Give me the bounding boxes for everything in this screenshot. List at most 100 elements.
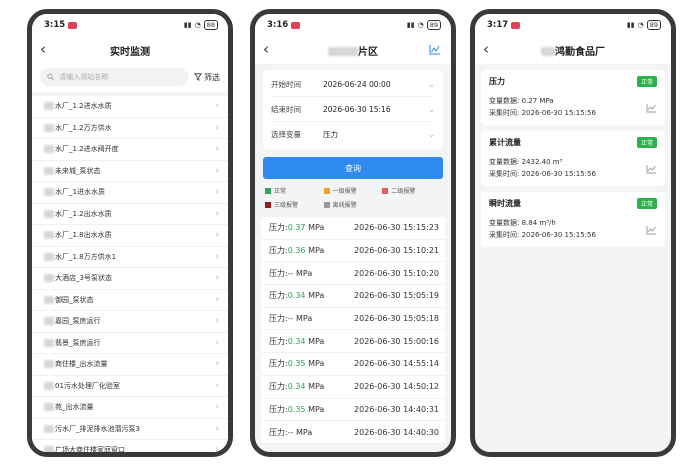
list-item[interactable]: 嘉园_泵房运行 › bbox=[32, 311, 228, 333]
chevron-right-icon: › bbox=[215, 122, 219, 133]
list-item[interactable]: 广场大商住楼家庭窗口 › bbox=[32, 440, 228, 456]
chevron-right-icon: › bbox=[215, 144, 219, 155]
list-item[interactable]: 御园_泵状态 › bbox=[32, 290, 228, 311]
redacted-prefix bbox=[44, 338, 54, 347]
list-item[interactable]: 水厂_1.2万方供水 › bbox=[32, 118, 228, 139]
search-input[interactable] bbox=[59, 73, 181, 81]
list-item-label: 苑_出水流量 bbox=[55, 403, 94, 412]
legend-swatch bbox=[265, 187, 271, 194]
status-bar: 3:15 ▮▮ ◔ 88 bbox=[32, 14, 228, 36]
record-time: 2026-06-30 15:10:20 bbox=[354, 268, 439, 278]
variable-card[interactable]: 瞬时流量 正常 变量数据: 8.84 m³/h 采集时间: 2026-06-30 15… bbox=[481, 192, 665, 247]
filter-row[interactable]: 开始时间 2026-06-24 00:00 ⌄ bbox=[271, 72, 435, 97]
record-value: 0.34 bbox=[287, 291, 306, 301]
record-label: 压力: bbox=[269, 359, 288, 369]
trend-chart-icon[interactable] bbox=[646, 225, 657, 235]
record-time: 2026-06-30 14:55:14 bbox=[354, 359, 439, 369]
chevron-right-icon: › bbox=[215, 294, 219, 305]
search-box[interactable] bbox=[40, 68, 188, 86]
list-item-label-wrap: 水厂_1.8万方供水1 bbox=[44, 252, 116, 262]
back-arrow-icon[interactable]: ‹ bbox=[483, 40, 489, 58]
back-arrow-icon[interactable]: ‹ bbox=[40, 40, 46, 58]
variable-card[interactable]: 累计流量 正常变量数据: 2432.40 m³ 采集时间: 2026-06-30 1… bbox=[481, 131, 665, 186]
data-label: 变量数据: bbox=[489, 158, 520, 166]
card-header: 累计流量 正常 bbox=[489, 137, 657, 148]
chart-icon[interactable] bbox=[429, 44, 441, 55]
search-icon bbox=[47, 73, 54, 81]
list-item-label: 水厂_1进水水质 bbox=[55, 188, 105, 197]
clock: 3:17 bbox=[487, 20, 509, 30]
record-label: 压力: bbox=[269, 404, 288, 414]
list-item-label-wrap: 御园_泵状态 bbox=[44, 295, 94, 305]
chevron-right-icon: › bbox=[215, 208, 219, 219]
list-item-label: 广场大商住楼家庭窗口 bbox=[55, 446, 125, 455]
time-value: 2026-06-30 15:15:56 bbox=[521, 231, 596, 239]
chevron-right-icon: › bbox=[215, 445, 219, 456]
card-body: 变量数据: 0.27 MPa 采集时间: 2026-06-30 15:15:56 bbox=[489, 95, 657, 119]
chevron-right-icon: › bbox=[215, 402, 219, 413]
data-value: 8.84 m³/h bbox=[521, 219, 556, 227]
legend-item: 离线报警 bbox=[323, 200, 383, 209]
record-reading: 压力:0.34 MPa bbox=[269, 336, 324, 347]
list-item-label: 嘉园_泵房运行 bbox=[55, 317, 101, 326]
list-item-label: 御园_泵状态 bbox=[55, 295, 94, 304]
variable-card[interactable]: 压力 正常 变量数据: 0.27 MPa 采集时间: 2026-06-30 15:15… bbox=[481, 70, 665, 125]
legend-label: 二级报警 bbox=[391, 188, 416, 195]
back-arrow-icon[interactable]: ‹ bbox=[263, 40, 269, 58]
redacted-prefix bbox=[44, 102, 54, 111]
time-label: 采集时间: bbox=[489, 170, 520, 178]
record-time: 2026-06-30 15:05:18 bbox=[354, 314, 439, 324]
trend-chart-icon[interactable] bbox=[646, 164, 657, 174]
redacted-name bbox=[328, 47, 358, 56]
list-item[interactable]: 未来城_泵状态 › bbox=[32, 161, 228, 182]
list-item[interactable]: 水厂_1进水水质 › bbox=[32, 182, 228, 204]
record-reading: 压力:0.37 MPa bbox=[269, 222, 324, 233]
phone-history-query: 3:16 ▮▮ ◔ 89 ‹ 片区 开始时间 2026-06-24 00:00 ⌄ 结… bbox=[250, 9, 456, 457]
list-item-label-wrap: 水厂_1.2进水阀开度 bbox=[44, 144, 119, 154]
list-item[interactable]: 水厂_1.2进水水质 › bbox=[32, 96, 228, 118]
clock: 3:15 bbox=[44, 20, 66, 30]
list-item[interactable]: 污水厂_排泥排水池潜污泵3 › bbox=[32, 419, 228, 440]
chevron-right-icon: › bbox=[215, 359, 219, 370]
list-item[interactable]: 大酒店_3号泵状态 › bbox=[32, 268, 228, 290]
list-item-label-wrap: 嘉园_泵房运行 bbox=[44, 316, 101, 326]
trend-chart-icon[interactable] bbox=[646, 103, 657, 113]
list-item[interactable]: 商住楼_出水流量 › bbox=[32, 354, 228, 376]
record-value: 0.35 bbox=[287, 404, 306, 414]
redacted-prefix bbox=[44, 123, 54, 132]
list-item[interactable]: 水厂_1.8万方供水1 › bbox=[32, 247, 228, 268]
filter-key: 选择变量 bbox=[271, 130, 301, 139]
variable-name: 瞬时流量 bbox=[489, 199, 521, 208]
list-item-label-wrap: 水厂_1进水水质 bbox=[44, 187, 105, 197]
list-item[interactable]: 水厂_1.2出水水质 › bbox=[32, 204, 228, 225]
legend-swatch bbox=[265, 201, 271, 208]
chevron-right-icon: › bbox=[215, 230, 219, 241]
filter-row[interactable]: 选择变量 压力 ⌄ bbox=[271, 122, 435, 147]
filter-button[interactable]: 筛选 bbox=[194, 72, 220, 83]
redacted-prefix bbox=[44, 381, 54, 390]
nav-bar: ‹ 片区 bbox=[255, 36, 451, 64]
status-badge: 正常 bbox=[636, 76, 657, 87]
list-item[interactable]: 01污水处理厂化验室 › bbox=[32, 376, 228, 397]
time-value: 2026-06-30 15:15:56 bbox=[521, 170, 596, 178]
list-item-label-wrap: 01污水处理厂化验室 bbox=[44, 381, 120, 391]
card-text: 变量数据: 2432.40 m³ 采集时间: 2026-06-30 15:15:5… bbox=[489, 156, 596, 180]
record-time: 2026-06-30 14:40:30 bbox=[354, 427, 439, 437]
wifi-icon: ◔ bbox=[417, 21, 424, 29]
list-item-label: 大酒店_3号泵状态 bbox=[55, 274, 112, 283]
query-button[interactable]: 查询 bbox=[263, 157, 443, 179]
redacted-prefix bbox=[44, 166, 54, 175]
wifi-icon: ◔ bbox=[194, 21, 201, 29]
list-item[interactable]: 翡景_泵房运行 › bbox=[32, 333, 228, 354]
list-item[interactable]: 苑_出水流量 › bbox=[32, 397, 228, 419]
list-item[interactable]: 水厂_1.8出水水质 › bbox=[32, 225, 228, 247]
filter-row[interactable]: 结束时间 2026-06-30 15:16 ⌄ bbox=[271, 97, 435, 122]
time-label: 采集时间: bbox=[489, 109, 520, 117]
chevron-right-icon: › bbox=[215, 423, 219, 434]
chevron-right-icon: › bbox=[215, 101, 219, 112]
record-reading: 压力:0.34 MPa bbox=[269, 381, 324, 392]
list-item[interactable]: 水厂_1.2进水阀开度 › bbox=[32, 139, 228, 161]
card-body: 变量数据: 2432.40 m³ 采集时间: 2026-06-30 15:15:5… bbox=[489, 156, 657, 180]
legend-item: 三级报警 bbox=[265, 200, 324, 209]
list-item-label: 水厂_1.8万方供水1 bbox=[55, 252, 117, 261]
